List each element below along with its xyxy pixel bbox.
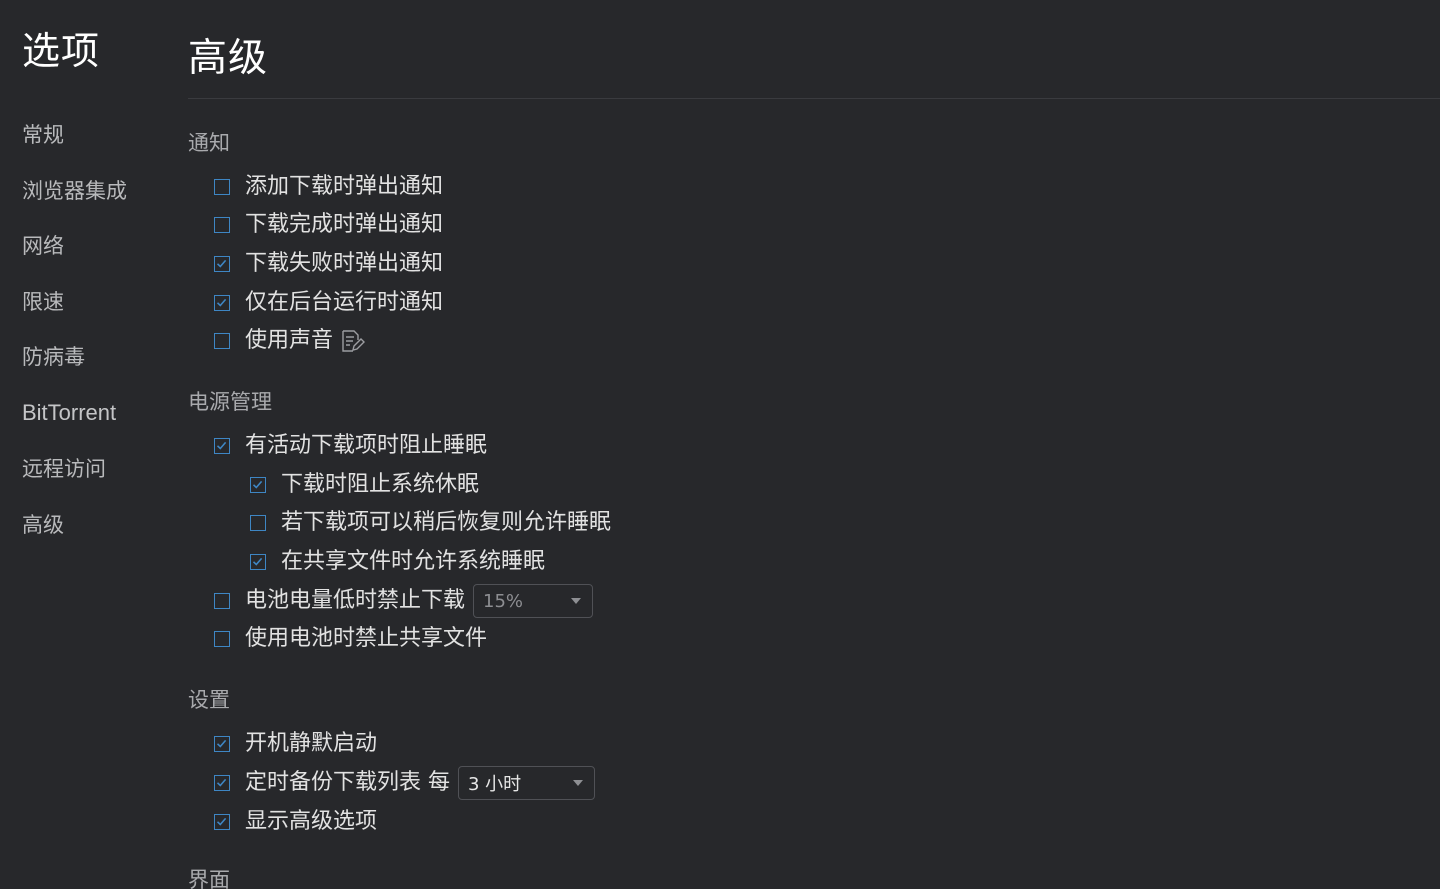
option-label[interactable]: 有活动下载项时阻止睡眠 bbox=[245, 431, 487, 461]
option-notify-on-add: 添加下载时弹出通知 bbox=[214, 172, 443, 202]
main-content: 高级 通知 添加下载时弹出通知 下载完成时弹出通知 下载失败时弹出通知 仅在后台… bbox=[188, 0, 1440, 889]
select-value: 3 小时 bbox=[468, 774, 522, 795]
checkbox[interactable] bbox=[214, 593, 230, 609]
chevron-down-icon bbox=[573, 780, 583, 786]
chevron-down-icon bbox=[571, 598, 582, 604]
checkmark-icon bbox=[216, 298, 227, 307]
option-label[interactable]: 使用声音 bbox=[245, 326, 333, 356]
option-notify-on-complete: 下载完成时弹出通知 bbox=[214, 210, 443, 240]
checkmark-icon bbox=[216, 817, 227, 826]
edit-sound-icon[interactable] bbox=[339, 328, 366, 354]
option-show-advanced: 显示高级选项 bbox=[214, 807, 377, 837]
sidebar-item-bittorrent[interactable]: BitTorrent bbox=[22, 398, 116, 428]
option-allow-sleep-resumable: 若下载项可以稍后恢复则允许睡眠 bbox=[250, 508, 611, 538]
option-notify-on-fail: 下载失败时弹出通知 bbox=[214, 249, 443, 279]
options-window: 选项 常规 浏览器集成 网络 限速 防病毒 BitTorrent 远程访问 高级… bbox=[0, 0, 1440, 889]
checkbox[interactable] bbox=[250, 515, 266, 531]
checkmark-icon bbox=[252, 557, 263, 566]
checkmark-icon bbox=[252, 480, 263, 489]
option-label[interactable]: 电池电量低时禁止下载 bbox=[245, 586, 465, 616]
option-allow-sleep-sharing: 在共享文件时允许系统睡眠 bbox=[250, 547, 545, 577]
option-label[interactable]: 下载完成时弹出通知 bbox=[245, 210, 443, 240]
page-title: 高级 bbox=[188, 36, 269, 81]
option-label[interactable]: 仅在后台运行时通知 bbox=[245, 288, 443, 318]
checkmark-icon bbox=[216, 259, 227, 268]
sidebar-item-antivirus[interactable]: 防病毒 bbox=[22, 342, 85, 372]
sidebar-item-general[interactable]: 常规 bbox=[22, 120, 64, 150]
section-header-settings: 设置 bbox=[188, 688, 230, 712]
option-prevent-hibernate: 下载时阻止系统休眠 bbox=[250, 470, 479, 500]
sidebar-item-network[interactable]: 网络 bbox=[22, 231, 64, 261]
section-header-notifications: 通知 bbox=[188, 131, 230, 155]
checkbox[interactable] bbox=[214, 631, 230, 647]
title-divider bbox=[188, 98, 1440, 99]
option-backup-download-list: 定时备份下载列表 每 3 小时 bbox=[214, 766, 595, 800]
checkmark-icon bbox=[216, 441, 227, 450]
sidebar-item-advanced[interactable]: 高级 bbox=[22, 510, 64, 540]
section-header-power: 电源管理 bbox=[188, 390, 272, 414]
option-notify-background-only: 仅在后台运行时通知 bbox=[214, 288, 443, 318]
section-header-interface: 界面 bbox=[188, 868, 230, 889]
option-prevent-sleep-active: 有活动下载项时阻止睡眠 bbox=[214, 431, 487, 461]
checkmark-icon bbox=[216, 739, 227, 748]
option-low-battery-stop: 电池电量低时禁止下载 15% bbox=[214, 584, 594, 618]
option-label[interactable]: 定时备份下载列表 每 bbox=[245, 768, 450, 798]
option-silent-startup: 开机静默启动 bbox=[214, 729, 377, 759]
sidebar: 选项 常规 浏览器集成 网络 限速 防病毒 BitTorrent 远程访问 高级 bbox=[0, 0, 170, 889]
option-label[interactable]: 若下载项可以稍后恢复则允许睡眠 bbox=[281, 508, 611, 538]
option-label[interactable]: 在共享文件时允许系统睡眠 bbox=[281, 547, 545, 577]
option-label[interactable]: 下载失败时弹出通知 bbox=[245, 249, 443, 279]
option-label[interactable]: 开机静默启动 bbox=[245, 729, 377, 759]
checkbox[interactable] bbox=[214, 775, 230, 791]
checkbox[interactable] bbox=[214, 333, 230, 349]
checkbox[interactable] bbox=[250, 554, 266, 570]
checkbox[interactable] bbox=[214, 814, 230, 830]
sidebar-title: 选项 bbox=[22, 29, 101, 73]
checkmark-icon bbox=[216, 778, 227, 787]
checkbox[interactable] bbox=[214, 179, 230, 195]
checkbox[interactable] bbox=[250, 477, 266, 493]
checkbox[interactable] bbox=[214, 438, 230, 454]
sidebar-item-browser-integration[interactable]: 浏览器集成 bbox=[22, 176, 127, 206]
checkbox[interactable] bbox=[214, 217, 230, 233]
checkbox[interactable] bbox=[214, 736, 230, 752]
option-battery-no-sharing: 使用电池时禁止共享文件 bbox=[214, 624, 487, 654]
checkbox[interactable] bbox=[214, 295, 230, 311]
battery-level-select[interactable]: 15% bbox=[473, 584, 594, 618]
option-label[interactable]: 使用电池时禁止共享文件 bbox=[245, 624, 487, 654]
select-value: 15% bbox=[483, 590, 524, 612]
checkbox[interactable] bbox=[214, 256, 230, 272]
sidebar-item-remote-access[interactable]: 远程访问 bbox=[22, 454, 106, 484]
option-label[interactable]: 下载时阻止系统休眠 bbox=[281, 470, 479, 500]
backup-interval-select[interactable]: 3 小时 bbox=[458, 766, 595, 800]
option-label[interactable]: 添加下载时弹出通知 bbox=[245, 172, 443, 202]
sidebar-item-speed-limit[interactable]: 限速 bbox=[22, 287, 64, 317]
option-label[interactable]: 显示高级选项 bbox=[245, 807, 377, 837]
option-use-sound: 使用声音 bbox=[214, 326, 366, 356]
